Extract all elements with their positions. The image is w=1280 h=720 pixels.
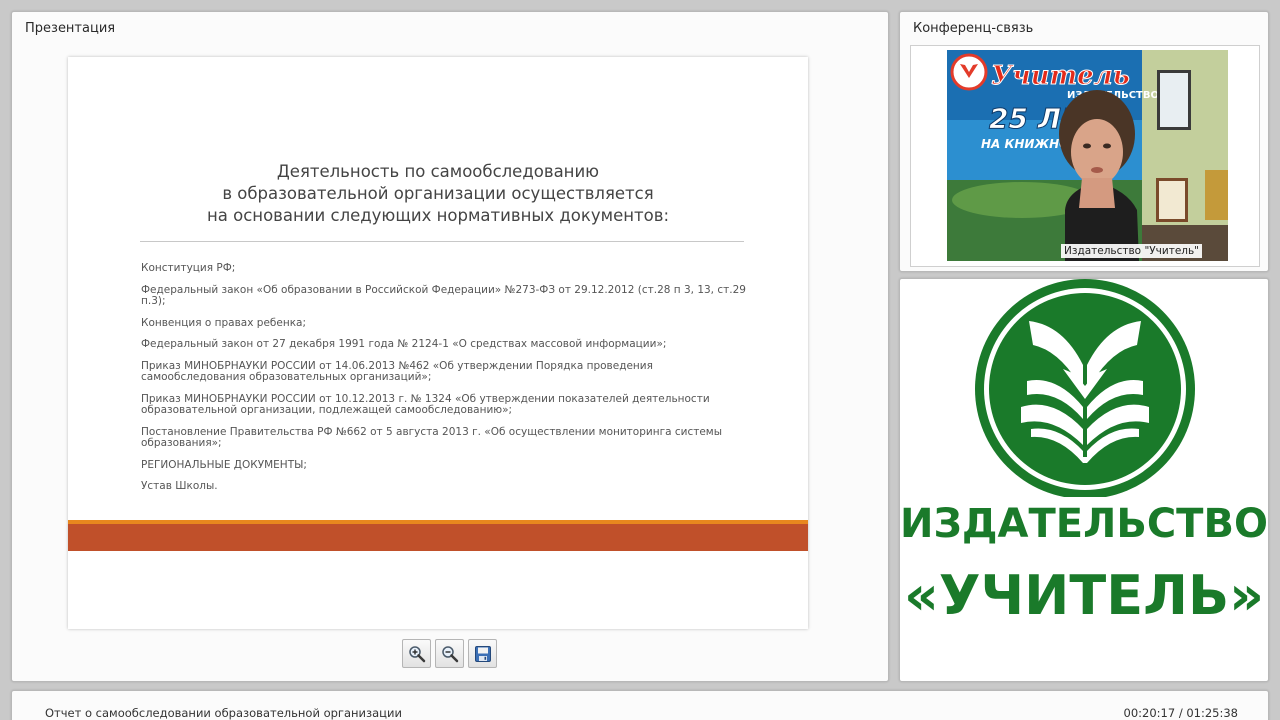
- list-item: Устав Школы.: [141, 480, 218, 493]
- webcam-video[interactable]: Учитель ИЗДАТЕЛЬСТВО 25 ЛЕТ НА КНИЖНОМ Р…: [947, 50, 1228, 261]
- banner-brand: Учитель: [991, 61, 1130, 91]
- logo-panel: ИЗДАТЕЛЬСТВО «УЧИТЕЛЬ»: [899, 278, 1269, 682]
- slide-toolbar: [402, 639, 497, 668]
- presentation-panel: Презентация Деятельность по самообследов…: [11, 11, 889, 682]
- zoom-out-button[interactable]: [435, 639, 464, 668]
- conference-panel-title: Конференц-связь: [913, 21, 1034, 36]
- slide: Деятельность по самообследованию в образ…: [68, 57, 808, 629]
- video-container: Учитель ИЗДАТЕЛЬСТВО 25 ЛЕТ НА КНИЖНОМ Р…: [910, 45, 1260, 267]
- slide-heading-line: Деятельность по самообследованию: [276, 162, 600, 181]
- presentation-panel-title: Презентация: [25, 21, 116, 36]
- slide-heading-line: в образовательной организации осуществля…: [222, 184, 654, 203]
- list-item: Конвенция о правах ребенка;: [141, 316, 307, 329]
- webinar-title: Отчет о самообследовании образовательной…: [45, 706, 402, 720]
- conference-panel: Конференц-связь Учитель ИЗДАТЕЛЬСТВО 25 …: [899, 11, 1269, 272]
- publisher-logo-icon: [975, 279, 1195, 497]
- slide-heading-line: на основании следующих нормативных докум…: [206, 206, 670, 225]
- zoom-in-button[interactable]: [402, 639, 431, 668]
- playback-time: 00:20:17 / 01:25:38: [1123, 706, 1238, 720]
- list-item: Приказ МИНОБРНАУКИ РОССИИ от 14.06.2013 …: [141, 360, 653, 384]
- logo-text-publisher: ИЗДАТЕЛЬСТВО: [900, 501, 1268, 547]
- list-item: РЕГИОНАЛЬНЫЕ ДОКУМЕНТЫ;: [141, 458, 307, 471]
- zoom-in-icon: [408, 645, 425, 662]
- slide-divider: [140, 241, 744, 242]
- zoom-out-icon: [441, 645, 458, 662]
- list-item: Постановление Правительства РФ №662 от 5…: [141, 425, 723, 449]
- list-item: Федеральный закон от 27 декабря 1991 год…: [141, 338, 667, 351]
- save-button[interactable]: [468, 639, 497, 668]
- logo-text-brand: «УЧИТЕЛЬ»: [904, 564, 1264, 627]
- list-item: Конституция РФ;: [141, 262, 236, 274]
- slide-heading: Деятельность по самообследованию в образ…: [68, 161, 808, 227]
- participant-name: Издательство "Учитель": [1061, 244, 1203, 258]
- slide-document-list: Конституция РФ; Федеральный закон «Об об…: [141, 263, 751, 503]
- save-icon: [474, 645, 491, 662]
- footer-bar: Отчет о самообследовании образовательной…: [11, 690, 1269, 720]
- list-item: Федеральный закон «Об образовании в Росс…: [141, 283, 746, 307]
- slide-band: [68, 524, 808, 551]
- list-item: Приказ МИНОБРНАУКИ РОССИИ от 10.12.2013 …: [141, 392, 710, 416]
- webcam-scene: Учитель ИЗДАТЕЛЬСТВО 25 ЛЕТ НА КНИЖНОМ Р…: [947, 50, 1228, 261]
